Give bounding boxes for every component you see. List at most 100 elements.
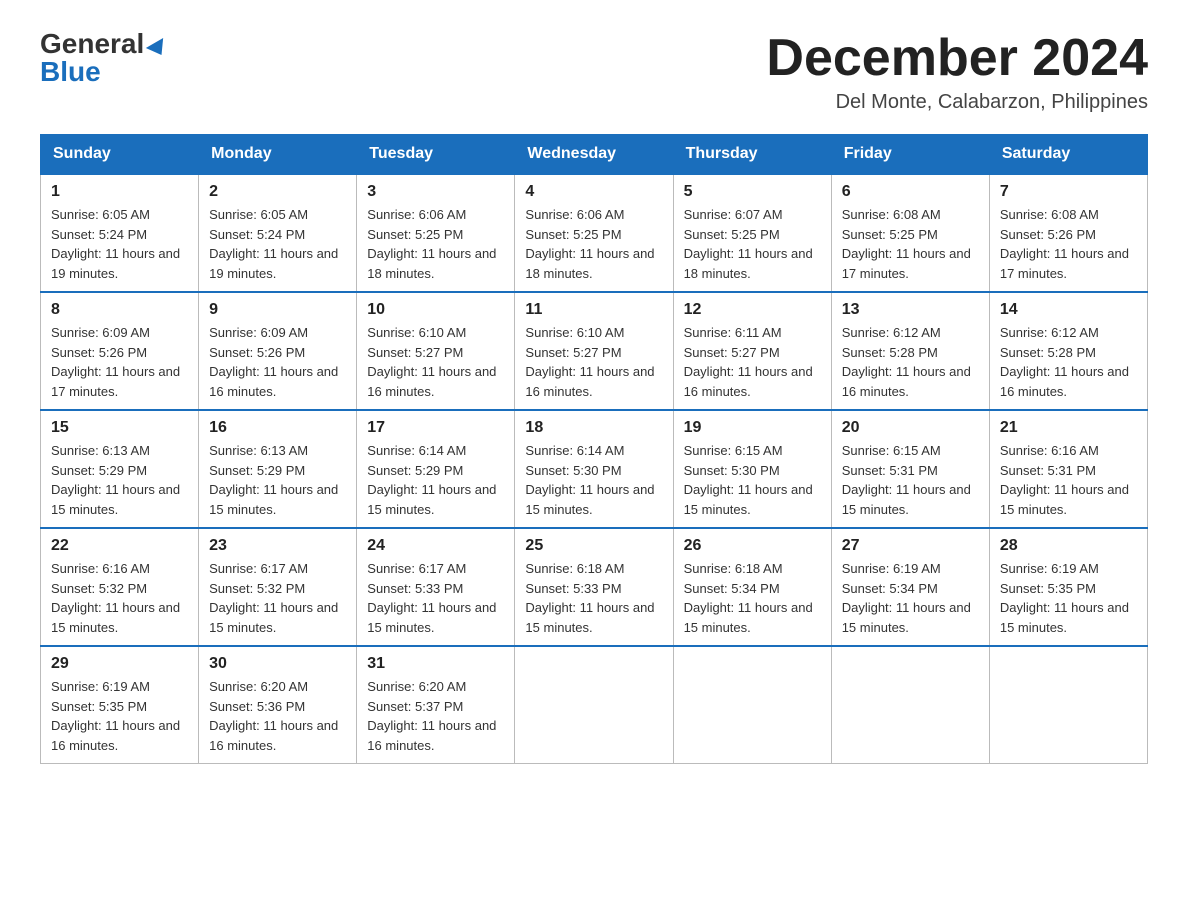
calendar-week-row: 8 Sunrise: 6:09 AMSunset: 5:26 PMDaylight… (41, 292, 1148, 410)
day-number: 29 (51, 655, 188, 673)
day-number: 18 (525, 419, 662, 437)
calendar-day-cell: 22 Sunrise: 6:16 AMSunset: 5:32 PMDayligh… (41, 528, 199, 646)
day-number: 5 (684, 183, 821, 201)
calendar-day-cell: 18 Sunrise: 6:14 AMSunset: 5:30 PMDayligh… (515, 410, 673, 528)
day-info: Sunrise: 6:08 AMSunset: 5:26 PMDaylight:… (1000, 205, 1137, 283)
calendar-table: SundayMondayTuesdayWednesdayThursdayFrid… (40, 134, 1148, 764)
col-header-sunday: Sunday (41, 135, 199, 175)
calendar-day-cell: 24 Sunrise: 6:17 AMSunset: 5:33 PMDayligh… (357, 528, 515, 646)
calendar-day-cell: 19 Sunrise: 6:15 AMSunset: 5:30 PMDayligh… (673, 410, 831, 528)
day-number: 3 (367, 183, 504, 201)
day-info: Sunrise: 6:19 AMSunset: 5:35 PMDaylight:… (51, 677, 188, 755)
title-block: December 2024 Del Monte, Calabarzon, Phi… (766, 30, 1148, 114)
day-number: 22 (51, 537, 188, 555)
day-number: 12 (684, 301, 821, 319)
day-info: Sunrise: 6:16 AMSunset: 5:31 PMDaylight:… (1000, 441, 1137, 519)
day-info: Sunrise: 6:17 AMSunset: 5:33 PMDaylight:… (367, 559, 504, 637)
day-info: Sunrise: 6:10 AMSunset: 5:27 PMDaylight:… (367, 323, 504, 401)
calendar-empty-cell (989, 646, 1147, 764)
day-info: Sunrise: 6:05 AMSunset: 5:24 PMDaylight:… (209, 205, 346, 283)
day-number: 2 (209, 183, 346, 201)
day-info: Sunrise: 6:16 AMSunset: 5:32 PMDaylight:… (51, 559, 188, 637)
day-number: 19 (684, 419, 821, 437)
day-info: Sunrise: 6:18 AMSunset: 5:34 PMDaylight:… (684, 559, 821, 637)
day-number: 13 (842, 301, 979, 319)
day-info: Sunrise: 6:18 AMSunset: 5:33 PMDaylight:… (525, 559, 662, 637)
day-number: 8 (51, 301, 188, 319)
calendar-day-cell: 7 Sunrise: 6:08 AMSunset: 5:26 PMDaylight… (989, 174, 1147, 292)
day-number: 23 (209, 537, 346, 555)
page-header: General Blue December 2024 Del Monte, Ca… (40, 30, 1148, 114)
col-header-thursday: Thursday (673, 135, 831, 175)
logo-blue-text: Blue (40, 58, 101, 86)
day-number: 25 (525, 537, 662, 555)
day-info: Sunrise: 6:06 AMSunset: 5:25 PMDaylight:… (367, 205, 504, 283)
calendar-day-cell: 31Sunrise: 6:20 AMSunset: 5:37 PMDayligh… (357, 646, 515, 764)
calendar-day-cell: 1Sunrise: 6:05 AMSunset: 5:24 PMDaylight… (41, 174, 199, 292)
calendar-empty-cell (831, 646, 989, 764)
col-header-friday: Friday (831, 135, 989, 175)
location-subtitle: Del Monte, Calabarzon, Philippines (766, 91, 1148, 114)
calendar-day-cell: 28Sunrise: 6:19 AMSunset: 5:35 PMDayligh… (989, 528, 1147, 646)
day-info: Sunrise: 6:10 AMSunset: 5:27 PMDaylight:… (525, 323, 662, 401)
logo-triangle-icon (146, 38, 170, 60)
day-info: Sunrise: 6:19 AMSunset: 5:34 PMDaylight:… (842, 559, 979, 637)
day-number: 14 (1000, 301, 1137, 319)
day-number: 9 (209, 301, 346, 319)
day-number: 31 (367, 655, 504, 673)
day-number: 26 (684, 537, 821, 555)
day-number: 10 (367, 301, 504, 319)
day-number: 1 (51, 183, 188, 201)
day-info: Sunrise: 6:08 AMSunset: 5:25 PMDaylight:… (842, 205, 979, 283)
day-number: 21 (1000, 419, 1137, 437)
col-header-wednesday: Wednesday (515, 135, 673, 175)
calendar-day-cell: 11 Sunrise: 6:10 AMSunset: 5:27 PMDayligh… (515, 292, 673, 410)
day-number: 15 (51, 419, 188, 437)
calendar-day-cell: 15 Sunrise: 6:13 AMSunset: 5:29 PMDayligh… (41, 410, 199, 528)
day-info: Sunrise: 6:07 AMSunset: 5:25 PMDaylight:… (684, 205, 821, 283)
calendar-day-cell: 13Sunrise: 6:12 AMSunset: 5:28 PMDayligh… (831, 292, 989, 410)
day-info: Sunrise: 6:14 AMSunset: 5:30 PMDaylight:… (525, 441, 662, 519)
day-info: Sunrise: 6:15 AMSunset: 5:30 PMDaylight:… (684, 441, 821, 519)
calendar-day-cell: 17 Sunrise: 6:14 AMSunset: 5:29 PMDayligh… (357, 410, 515, 528)
day-info: Sunrise: 6:17 AMSunset: 5:32 PMDaylight:… (209, 559, 346, 637)
day-info: Sunrise: 6:09 AMSunset: 5:26 PMDaylight:… (209, 323, 346, 401)
day-info: Sunrise: 6:11 AMSunset: 5:27 PMDaylight:… (684, 323, 821, 401)
calendar-day-cell: 4 Sunrise: 6:06 AMSunset: 5:25 PMDaylight… (515, 174, 673, 292)
calendar-day-cell: 8 Sunrise: 6:09 AMSunset: 5:26 PMDaylight… (41, 292, 199, 410)
day-info: Sunrise: 6:06 AMSunset: 5:25 PMDaylight:… (525, 205, 662, 283)
day-info: Sunrise: 6:09 AMSunset: 5:26 PMDaylight:… (51, 323, 188, 401)
calendar-header-row: SundayMondayTuesdayWednesdayThursdayFrid… (41, 135, 1148, 175)
calendar-week-row: 15 Sunrise: 6:13 AMSunset: 5:29 PMDayligh… (41, 410, 1148, 528)
day-number: 6 (842, 183, 979, 201)
calendar-day-cell: 30Sunrise: 6:20 AMSunset: 5:36 PMDayligh… (199, 646, 357, 764)
day-number: 11 (525, 301, 662, 319)
calendar-empty-cell (673, 646, 831, 764)
calendar-day-cell: 10 Sunrise: 6:10 AMSunset: 5:27 PMDayligh… (357, 292, 515, 410)
day-number: 4 (525, 183, 662, 201)
calendar-day-cell: 25 Sunrise: 6:18 AMSunset: 5:33 PMDayligh… (515, 528, 673, 646)
day-number: 16 (209, 419, 346, 437)
calendar-day-cell: 16 Sunrise: 6:13 AMSunset: 5:29 PMDayligh… (199, 410, 357, 528)
logo-top-line: General (40, 30, 168, 58)
logo: General Blue (40, 30, 168, 86)
day-info: Sunrise: 6:14 AMSunset: 5:29 PMDaylight:… (367, 441, 504, 519)
day-info: Sunrise: 6:13 AMSunset: 5:29 PMDaylight:… (209, 441, 346, 519)
day-number: 7 (1000, 183, 1137, 201)
day-info: Sunrise: 6:12 AMSunset: 5:28 PMDaylight:… (1000, 323, 1137, 401)
day-info: Sunrise: 6:13 AMSunset: 5:29 PMDaylight:… (51, 441, 188, 519)
day-number: 30 (209, 655, 346, 673)
day-info: Sunrise: 6:19 AMSunset: 5:35 PMDaylight:… (1000, 559, 1137, 637)
month-title: December 2024 (766, 30, 1148, 87)
calendar-day-cell: 3 Sunrise: 6:06 AMSunset: 5:25 PMDaylight… (357, 174, 515, 292)
day-number: 24 (367, 537, 504, 555)
calendar-day-cell: 2 Sunrise: 6:05 AMSunset: 5:24 PMDaylight… (199, 174, 357, 292)
col-header-tuesday: Tuesday (357, 135, 515, 175)
logo-general-text: General (40, 28, 144, 59)
calendar-empty-cell (515, 646, 673, 764)
day-number: 17 (367, 419, 504, 437)
col-header-saturday: Saturday (989, 135, 1147, 175)
calendar-day-cell: 5 Sunrise: 6:07 AMSunset: 5:25 PMDaylight… (673, 174, 831, 292)
day-info: Sunrise: 6:15 AMSunset: 5:31 PMDaylight:… (842, 441, 979, 519)
day-number: 27 (842, 537, 979, 555)
